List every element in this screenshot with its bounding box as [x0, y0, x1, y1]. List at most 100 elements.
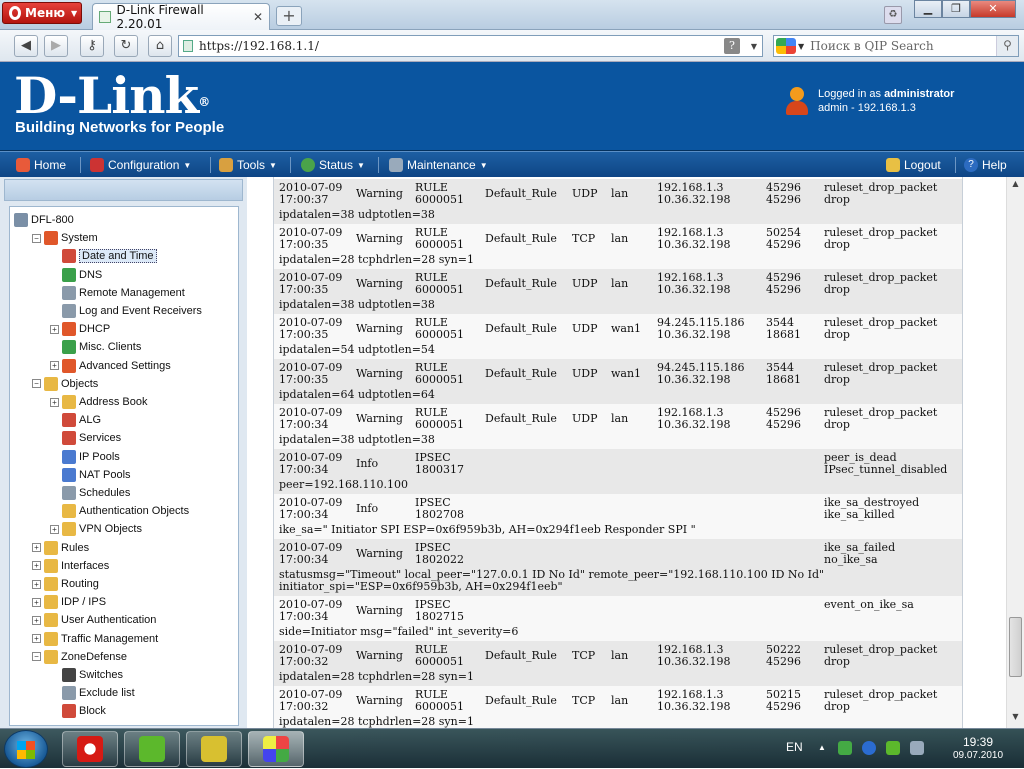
chevron-down-icon[interactable]: ▼ — [798, 42, 804, 51]
tree-item[interactable]: Exclude list — [50, 684, 135, 702]
tree-item[interactable]: Remote Management — [50, 284, 185, 302]
tray-app-icon[interactable] — [838, 741, 852, 755]
tree-item[interactable]: Authentication Objects — [50, 502, 189, 520]
taskbar-paint[interactable] — [248, 731, 304, 767]
tree-item-label: Objects — [61, 377, 99, 390]
taskbar-qip[interactable] — [186, 731, 242, 767]
scroll-up-arrow-icon[interactable]: ▲ — [1007, 179, 1024, 193]
log-addresses: 192.168.1.3 10.36.32.198 — [657, 272, 730, 296]
menu-logout[interactable]: Logout — [886, 156, 941, 174]
taskbar-utorrent[interactable] — [124, 731, 180, 767]
clock[interactable]: 19:39 09.07.2010 — [938, 735, 1018, 763]
tree-item[interactable]: + DHCP — [50, 320, 110, 338]
address-bar[interactable]: https://192.168.1.1/ ? ▼ — [178, 35, 763, 57]
menu-tools[interactable]: Tools ▼ — [219, 156, 277, 174]
log-dst-port: 45296 — [766, 193, 801, 206]
chevron-down-icon: ▼ — [183, 160, 192, 170]
expand-toggle-icon[interactable]: − — [32, 233, 41, 243]
tree-item[interactable]: + Advanced Settings — [50, 357, 171, 375]
history-dropdown-icon[interactable]: ▼ — [746, 42, 762, 51]
tree-item[interactable]: + Routing — [32, 575, 99, 593]
new-tab-button[interactable]: + — [276, 6, 302, 26]
tree-item[interactable]: NAT Pools — [50, 466, 131, 484]
tree-item[interactable]: Date and Time — [50, 247, 157, 265]
tree-item[interactable]: + Traffic Management — [32, 630, 158, 648]
tree-item[interactable]: + VPN Objects — [50, 520, 142, 538]
expand-toggle-icon[interactable]: + — [32, 634, 41, 644]
expand-toggle-icon[interactable]: + — [32, 543, 41, 553]
tree-item[interactable]: DNS — [50, 266, 102, 284]
menu-maintenance[interactable]: Maintenance ▼ — [389, 156, 488, 174]
tree-item[interactable]: Switches — [50, 666, 123, 684]
close-window-button[interactable]: ✕ — [970, 0, 1016, 18]
expand-toggle-icon[interactable]: + — [32, 597, 41, 607]
menu-configuration[interactable]: Configuration ▼ — [90, 156, 191, 174]
close-tab-icon[interactable]: ✕ — [253, 10, 263, 24]
scroll-down-arrow-icon[interactable]: ▼ — [1007, 712, 1024, 726]
log-severity: Warning — [356, 187, 403, 200]
tree-item[interactable]: IP Pools — [50, 448, 120, 466]
search-box[interactable]: ▼ Поиск в QIP Search ⚲ — [773, 35, 1019, 57]
language-indicator[interactable]: EN — [786, 740, 803, 754]
reload-button[interactable]: ↻ — [114, 35, 138, 57]
taskbar-opera[interactable] — [62, 731, 118, 767]
tray-update-icon[interactable] — [862, 741, 876, 755]
site-info-icon[interactable]: ? — [724, 38, 740, 54]
tree-item[interactable]: Block — [50, 702, 106, 720]
tree-item[interactable]: − Objects — [32, 375, 98, 393]
tree-item[interactable]: − ZoneDefense — [32, 648, 127, 666]
opera-menu-button[interactable]: Меню ▼ — [2, 2, 82, 24]
tree-item[interactable]: + Rules — [32, 539, 89, 557]
expand-toggle-icon[interactable]: + — [32, 579, 41, 589]
tree-item[interactable]: Services — [50, 429, 121, 447]
tree-item[interactable]: ALG — [50, 411, 101, 429]
log-list: 2010-07-09 17:00:37 Warning RULE 6000051 Defa… — [273, 177, 963, 728]
log-interface: wan1 — [611, 322, 642, 335]
expand-toggle-icon[interactable]: + — [50, 361, 59, 371]
home-button[interactable]: ⌂ — [148, 35, 172, 57]
tree-item[interactable]: Schedules — [50, 484, 130, 502]
show-hidden-icons-icon[interactable]: ▲ — [818, 743, 826, 752]
tools-icon — [219, 158, 233, 172]
tree-item[interactable]: + IDP / IPS — [32, 593, 106, 611]
log-category: RULE 6000051 — [415, 407, 464, 431]
minimize-button[interactable]: ▁ — [914, 0, 942, 18]
key-icon[interactable]: ⚷ — [80, 35, 104, 57]
expand-toggle-icon[interactable]: + — [50, 524, 59, 534]
network-icon[interactable] — [910, 741, 924, 755]
expand-toggle-icon[interactable]: + — [50, 324, 59, 334]
log-addresses: 192.168.1.3 10.36.32.198 — [657, 407, 730, 431]
log-severity: Info — [356, 457, 379, 470]
menu-home[interactable]: Home — [16, 156, 66, 174]
back-button[interactable]: ◀ — [14, 35, 38, 57]
tree-item[interactable]: + Address Book — [50, 393, 147, 411]
log-protocol: UDP — [572, 187, 598, 200]
log-event: peer_is_dead IPsec_tunnel_disabled — [824, 452, 947, 476]
forward-button[interactable]: ▶ — [44, 35, 68, 57]
scrollbar-thumb[interactable] — [1009, 617, 1022, 677]
expand-toggle-icon[interactable]: + — [32, 561, 41, 571]
tree-item[interactable]: Misc. Clients — [50, 338, 141, 356]
tree-item[interactable]: DFL-800 — [14, 211, 74, 229]
tray-utorrent-icon[interactable] — [886, 741, 900, 755]
tree-item[interactable]: + User Authentication — [32, 611, 156, 629]
tree-item[interactable]: − System — [32, 229, 98, 247]
trash-icon[interactable]: ♻ — [884, 6, 902, 24]
expand-toggle-icon[interactable]: − — [32, 652, 41, 662]
menu-help[interactable]: ? Help — [964, 156, 1007, 174]
search-icon[interactable]: ⚲ — [996, 36, 1018, 56]
start-button[interactable] — [4, 730, 48, 768]
expand-toggle-icon[interactable]: + — [32, 615, 41, 625]
tree-item[interactable]: + Interfaces — [32, 557, 109, 575]
expand-toggle-icon[interactable]: + — [50, 397, 59, 407]
clients-icon — [62, 340, 76, 355]
tree-item[interactable]: Log and Event Receivers — [50, 302, 202, 320]
vertical-scrollbar[interactable]: ▲ ▼ — [1006, 177, 1024, 728]
menu-status[interactable]: Status ▼ — [301, 156, 365, 174]
log-entry-main: 2010-07-09 17:00:35 Warning RULE 6000051 Defa… — [274, 269, 962, 299]
search-engine-icon[interactable] — [776, 38, 796, 54]
tree-item-label: Authentication Objects — [79, 505, 190, 518]
browser-tab[interactable]: D-Link Firewall 2.20.01 ✕ — [92, 3, 270, 31]
expand-toggle-icon[interactable]: − — [32, 379, 41, 389]
restore-button[interactable]: ❐ — [942, 0, 970, 18]
